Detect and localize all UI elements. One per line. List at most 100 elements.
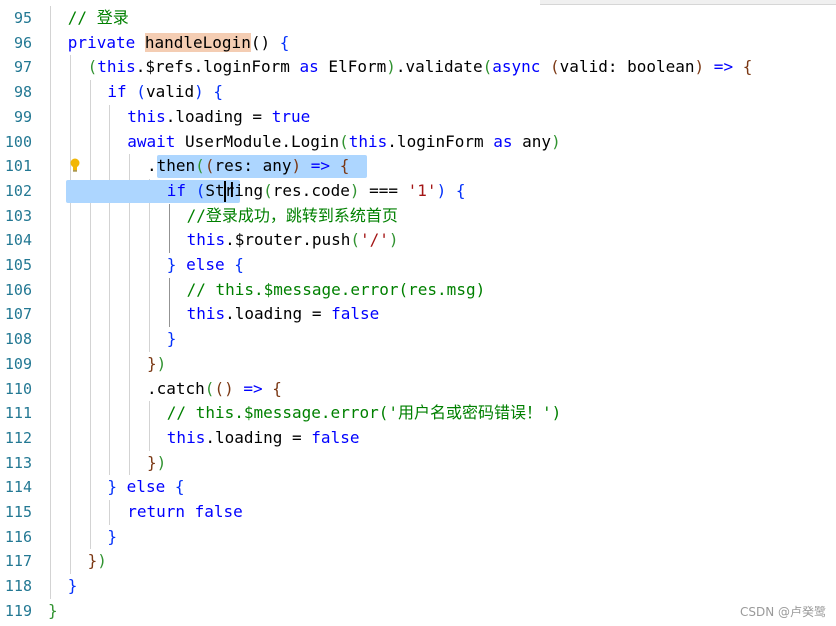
code-token: // this.$message.error(res.msg) — [186, 279, 486, 299]
code-token: { — [455, 180, 466, 200]
code-text: // 登录 — [68, 6, 129, 31]
line-number: 102 — [4, 181, 32, 200]
code-line-117[interactable]: 117}) — [0, 549, 836, 574]
code-token: ( — [550, 57, 560, 77]
code-text: if (valid) { — [107, 80, 223, 105]
code-token: ) — [551, 131, 561, 151]
code-token: if — [107, 82, 127, 102]
code-token: } — [166, 329, 177, 349]
code-token: valid — [145, 82, 195, 102]
code-line-119[interactable]: 119} — [0, 599, 836, 624]
code-token: valid: boolean — [559, 57, 695, 77]
code-token: () — [250, 32, 280, 52]
code-token: } — [166, 255, 177, 274]
line-number: 119 — [4, 601, 32, 620]
code-line-111[interactable]: 111 // this.$message.error('用户名或密码错误！') — [0, 401, 836, 426]
code-line-105[interactable]: 105} else { — [0, 253, 836, 278]
code-line-102[interactable]: 102 if (String(res.code) === '1') { — [0, 179, 836, 204]
line-number: 109 — [4, 354, 32, 373]
code-line-116[interactable]: 116} — [0, 525, 836, 550]
code-token: true — [271, 106, 311, 126]
code-token: ( — [195, 180, 206, 200]
code-line-109[interactable]: 109}) — [0, 352, 836, 377]
code-line-98[interactable]: 98 if (valid) { — [0, 80, 836, 105]
line-number: 112 — [4, 428, 32, 447]
line-number: 118 — [4, 577, 32, 596]
code-token: .loading = — [165, 106, 272, 126]
code-line-103[interactable]: 103 //登录成功，跳转到系统首页 — [0, 204, 836, 229]
line-number: 110 — [4, 379, 32, 398]
code-text: this.$router.push('/') — [187, 228, 399, 253]
code-token: } — [107, 477, 118, 497]
code-text: this.loading = false — [187, 302, 380, 327]
method-name-highlight: handleLogin — [144, 32, 251, 52]
code-token: return — [127, 502, 185, 521]
code-line-101[interactable]: 101 .then((res: any) => { — [0, 154, 836, 179]
code-text: } — [48, 599, 58, 624]
code-line-97[interactable]: 97 (this.$refs.loginForm as ElForm).valid… — [0, 55, 836, 80]
code-token: ( — [214, 378, 225, 398]
code-text: .catch(() => { — [147, 377, 282, 402]
code-text: }) — [147, 352, 166, 377]
code-token: else — [126, 477, 166, 497]
code-token: { — [279, 32, 290, 52]
code-token: this — [166, 427, 206, 447]
code-line-118[interactable]: 118} — [0, 574, 836, 599]
code-token: as — [493, 131, 513, 151]
line-number: 95 — [13, 9, 32, 27]
code-text: } — [167, 327, 177, 352]
code-line-115[interactable]: 115 return false — [0, 500, 836, 525]
code-token: await — [127, 131, 176, 151]
code-text: await UserModule.Login(this.loginForm as… — [127, 130, 561, 155]
line-number: 97 — [13, 58, 32, 77]
code-token: this — [97, 57, 136, 77]
code-text: }) — [147, 451, 166, 476]
code-line-96[interactable]: 96 private handleLogin() { — [0, 31, 836, 56]
code-token: => — [704, 57, 743, 77]
code-line-108[interactable]: 108} — [0, 327, 836, 352]
code-token: .loading = — [205, 427, 312, 447]
code-line-113[interactable]: 113}) — [0, 451, 836, 476]
code-line-106[interactable]: 106 // this.$message.error(res.msg) — [0, 278, 836, 303]
code-token: } — [48, 600, 58, 620]
code-line-100[interactable]: 100 await UserModule.Login(this.loginForm… — [0, 130, 836, 155]
code-line-95[interactable]: 95 // 登录 — [0, 6, 836, 31]
code-token: as — [299, 57, 319, 77]
line-number: 103 — [4, 206, 32, 225]
line-number: 98 — [13, 83, 32, 102]
code-line-110[interactable]: 110 .catch(() => { — [0, 377, 836, 402]
code-text: this.loading = true — [127, 105, 310, 130]
code-token: ) — [386, 57, 396, 77]
line-number: 106 — [4, 280, 32, 299]
line-number: 114 — [4, 478, 32, 497]
code-line-114[interactable]: 114} else { — [0, 475, 836, 500]
code-line-107[interactable]: 107 this.loading = false — [0, 302, 836, 327]
code-token: { — [339, 156, 350, 176]
lightbulb-icon[interactable] — [69, 158, 81, 172]
code-token: ( — [87, 57, 98, 77]
code-token: ElForm — [318, 57, 387, 77]
code-token: this — [186, 304, 226, 324]
code-token: res.code — [272, 180, 350, 200]
code-line-99[interactable]: 99 this.loading = true — [0, 105, 836, 130]
code-text: // this.$message.error(res.msg) — [187, 278, 486, 303]
code-token: } — [67, 576, 78, 596]
code-line-112[interactable]: 112 this.loading = false — [0, 426, 836, 451]
code-token: .loginForm — [387, 131, 494, 151]
code-token: .then — [147, 156, 196, 176]
code-token: false — [331, 304, 380, 324]
code-token: ) — [156, 452, 167, 472]
code-token: ) — [224, 378, 234, 398]
code-line-104[interactable]: 104 this.$router.push('/') — [0, 228, 836, 253]
code-token: this — [186, 230, 226, 250]
code-token: '1' — [407, 180, 437, 200]
code-editor[interactable]: 95// 登录 96 private handleLogin() {97 (this.… — [0, 6, 836, 626]
code-text: private handleLogin() { — [68, 31, 290, 56]
line-number: 107 — [4, 305, 32, 324]
